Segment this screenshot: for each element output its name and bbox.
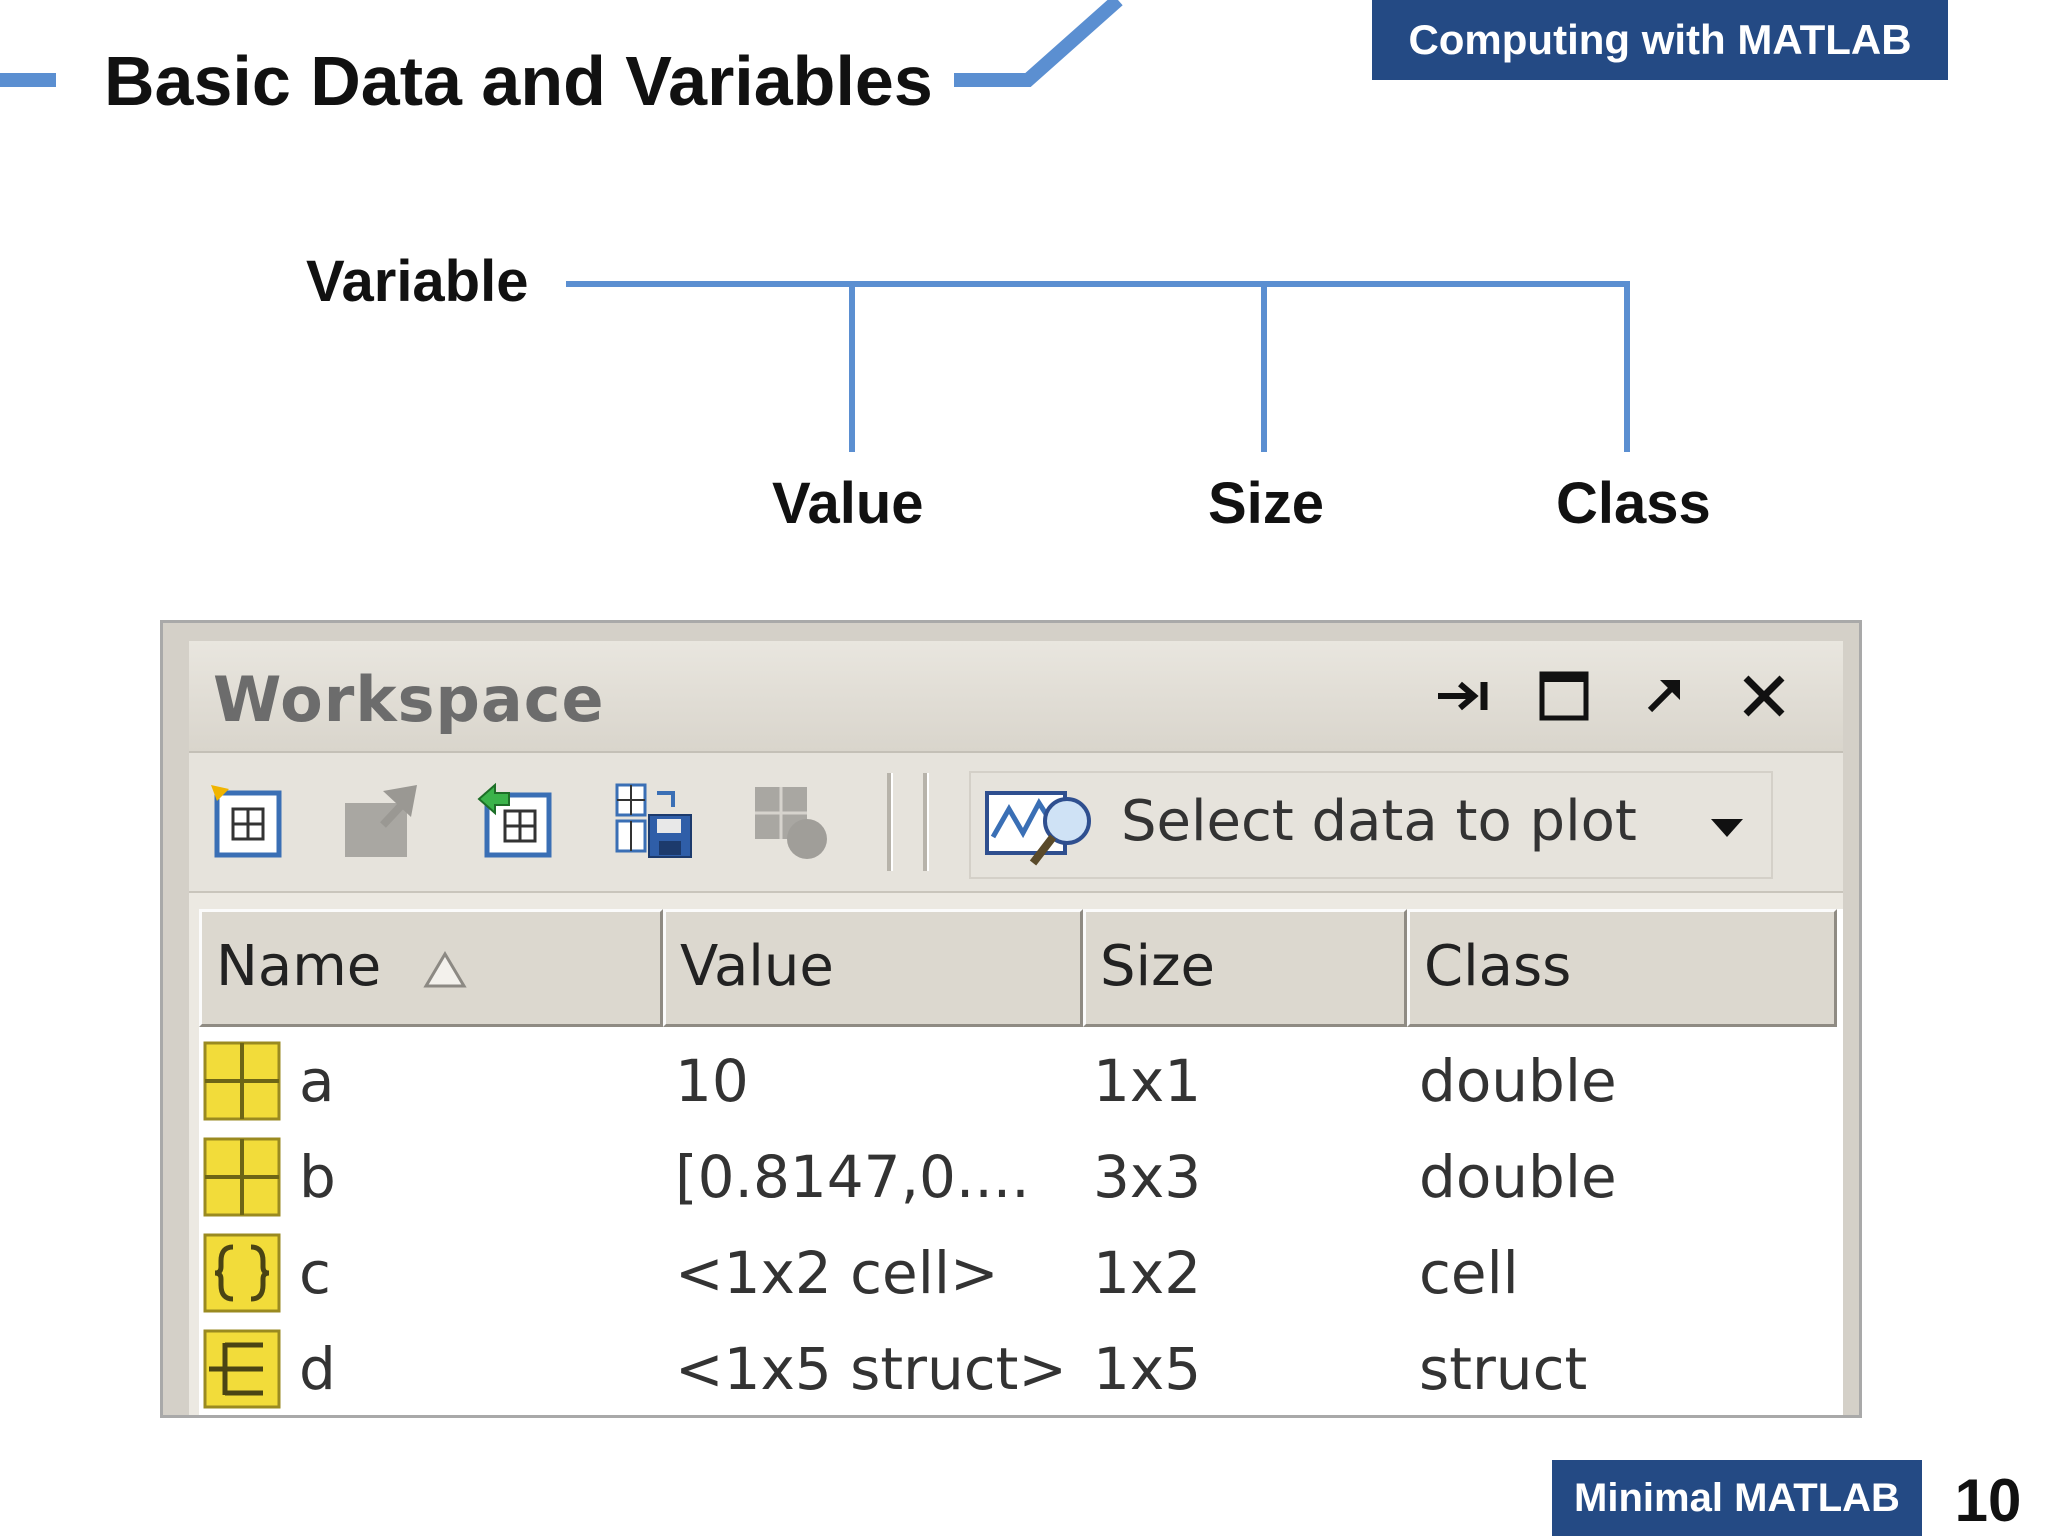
cell-size: 1x2	[1093, 1239, 1202, 1307]
column-header-label: Size	[1100, 934, 1215, 999]
cell-name: d	[299, 1335, 336, 1403]
footer-badge: Minimal MATLAB	[1552, 1460, 1922, 1536]
workspace-titlebar: Workspace	[189, 641, 1843, 753]
cell-name: a	[299, 1047, 335, 1115]
column-header-label: Class	[1424, 934, 1572, 999]
diagram-root-variable: Variable	[306, 249, 529, 314]
slide-title: Basic Data and Variables	[104, 42, 933, 120]
delete-icon[interactable]	[749, 781, 831, 863]
struct-icon	[203, 1329, 281, 1409]
open-selection-icon[interactable]	[339, 781, 421, 863]
cell-class: double	[1419, 1143, 1617, 1211]
matrix-icon	[203, 1041, 281, 1121]
title-accent-right	[954, 0, 1123, 87]
cell-class: double	[1419, 1047, 1617, 1115]
plot-selector-icon	[985, 791, 1091, 866]
cell-class: struct	[1419, 1335, 1588, 1403]
cell-value: <1x2 cell>	[675, 1239, 999, 1307]
table-row[interactable]: b [0.8147,0.... 3x3 double	[199, 1129, 1843, 1225]
workspace-panel: Workspace Select data to plot Name Value…	[189, 641, 1843, 1415]
plot-selector-label: Select data to plot	[1121, 789, 1637, 854]
workspace-title: Workspace	[213, 663, 605, 736]
cell-value: <1x5 struct>	[675, 1335, 1067, 1403]
cell-value: [0.8147,0....	[675, 1143, 1030, 1211]
maximize-icon[interactable]	[1529, 665, 1599, 727]
toolbar-separator	[887, 773, 893, 871]
sort-ascending-icon	[423, 951, 467, 988]
column-header-size[interactable]: Size	[1083, 909, 1407, 1027]
undock-icon[interactable]	[1629, 665, 1699, 727]
new-variable-icon[interactable]	[207, 781, 289, 863]
column-header-value[interactable]: Value	[663, 909, 1083, 1027]
workspace-table: Name Value Size Class a 10 1x1 double b …	[199, 909, 1843, 1415]
save-workspace-icon[interactable]	[613, 781, 695, 863]
diagram-child-value: Value	[772, 471, 924, 536]
matrix-icon	[203, 1137, 281, 1217]
workspace-window: Workspace Select data to plot Name Value…	[160, 620, 1862, 1418]
page-number: 10	[1954, 1466, 2022, 1534]
toolbar-separator	[923, 773, 929, 871]
import-data-icon[interactable]	[475, 781, 557, 863]
table-row[interactable]: d <1x5 struct> 1x5 struct	[199, 1321, 1843, 1417]
column-header-label: Value	[680, 934, 834, 999]
chevron-down-icon[interactable]	[1707, 809, 1747, 849]
close-icon[interactable]	[1729, 665, 1799, 727]
course-badge: Computing with MATLAB	[1372, 0, 1948, 80]
dock-icon[interactable]	[1429, 665, 1499, 727]
diagram-child-class: Class	[1556, 471, 1711, 536]
diagram-child-size: Size	[1208, 471, 1325, 536]
table-row[interactable]: c <1x2 cell> 1x2 cell	[199, 1225, 1843, 1321]
cell-size: 3x3	[1093, 1143, 1202, 1211]
table-row[interactable]: a 10 1x1 double	[199, 1033, 1843, 1129]
column-header-class[interactable]: Class	[1407, 909, 1837, 1027]
column-header-label: Name	[216, 934, 382, 999]
column-header-name[interactable]: Name	[199, 909, 663, 1027]
cell-class: cell	[1419, 1239, 1519, 1307]
cell-size: 1x5	[1093, 1335, 1202, 1403]
cell-name: b	[299, 1143, 336, 1211]
plot-selector[interactable]: Select data to plot	[969, 771, 1773, 879]
cell-size: 1x1	[1093, 1047, 1202, 1115]
cell-icon	[203, 1233, 281, 1313]
workspace-toolbar: Select data to plot	[189, 753, 1843, 893]
cell-value: 10	[675, 1047, 749, 1115]
cell-name: c	[299, 1239, 331, 1307]
diagram-connectors	[566, 281, 1630, 452]
